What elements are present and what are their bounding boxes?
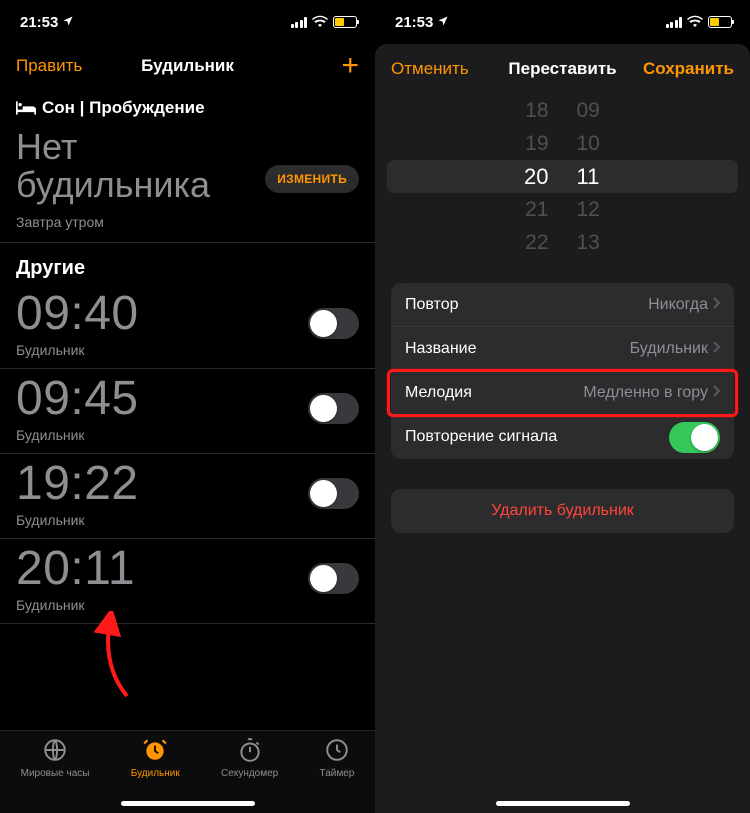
alarm-label: Будильник [16, 342, 139, 358]
alarm-time: 19:22 [16, 460, 139, 508]
status-bar: 21:53 [0, 0, 375, 44]
tab-label: Таймер [320, 768, 355, 779]
alarm-toggle[interactable] [308, 308, 359, 339]
setting-row-мелодия[interactable]: Мелодия Медленно в гору [391, 371, 734, 415]
sleep-header-label: Сон | Пробуждение [42, 98, 205, 118]
tab-timer[interactable]: Таймер [320, 737, 355, 813]
setting-label: Повтор [405, 296, 459, 314]
battery-icon [708, 16, 732, 28]
status-time: 21:53 [20, 14, 58, 31]
change-button[interactable]: ИЗМЕНИТЬ [265, 165, 359, 193]
setting-label: Повторение сигнала [405, 428, 557, 446]
setting-row-название[interactable]: Название Будильник [391, 327, 734, 371]
home-indicator[interactable] [121, 801, 255, 806]
chevron-right-icon [712, 296, 720, 314]
status-bar: 21:53 [375, 0, 750, 44]
edit-button[interactable]: Править [16, 56, 82, 76]
save-button[interactable]: Сохранить [643, 59, 734, 79]
globe-icon [42, 737, 68, 766]
setting-row-повтор[interactable]: Повтор Никогда [391, 283, 734, 327]
delete-group: Удалить будильник [391, 489, 734, 533]
setting-label: Название [405, 340, 477, 358]
time-picker[interactable]: 17181920212223 08091011121314 [375, 94, 750, 259]
alarm-row[interactable]: 19:22 Будильник [0, 454, 375, 539]
sleep-section-header: Сон | Пробуждение [0, 88, 375, 122]
home-indicator[interactable] [496, 801, 630, 806]
wifi-icon [312, 14, 328, 31]
tab-label: Секундомер [221, 768, 278, 779]
alarm-toggle[interactable] [308, 478, 359, 509]
timer-icon [324, 737, 350, 766]
alarm-toggle[interactable] [308, 393, 359, 424]
signal-icon [291, 17, 308, 28]
alarm-time: 09:45 [16, 375, 139, 423]
tab-globe[interactable]: Мировые часы [21, 737, 90, 813]
sleep-title: Нет будильника [16, 128, 265, 204]
alarm-toggle[interactable] [308, 563, 359, 594]
battery-icon [333, 16, 357, 28]
alarm-time: 20:11 [16, 545, 135, 593]
tab-label: Мировые часы [21, 768, 90, 779]
nav-bar: Править Будильник + [0, 44, 375, 88]
alarm-time: 09:40 [16, 290, 139, 338]
alarm-label: Будильник [16, 427, 139, 443]
add-alarm-button[interactable]: + [341, 51, 359, 81]
wifi-icon [687, 14, 703, 31]
cancel-button[interactable]: Отменить [391, 59, 469, 79]
alarm-row[interactable]: 09:45 Будильник [0, 369, 375, 454]
snooze-toggle[interactable] [669, 422, 720, 453]
setting-row-повторение-сигнала[interactable]: Повторение сигнала [391, 415, 734, 459]
bed-icon [16, 101, 36, 115]
signal-icon [666, 17, 683, 28]
annotation-arrow [82, 611, 142, 701]
minute-column[interactable]: 08091011121314 [563, 94, 623, 226]
alarm-label: Будильник [16, 597, 135, 613]
other-section-header: Другие [0, 243, 375, 284]
location-icon [62, 14, 74, 31]
tab-label: Будильник [131, 768, 180, 779]
modal-nav: Отменить Переставить Сохранить [375, 44, 750, 94]
stopwatch-icon [237, 737, 263, 766]
alarm-label: Будильник [16, 512, 139, 528]
chevron-right-icon [712, 384, 720, 402]
alarm-row[interactable]: 09:40 Будильник [0, 284, 375, 369]
status-time: 21:53 [395, 14, 433, 31]
edit-alarm-modal: Отменить Переставить Сохранить 171819202… [375, 44, 750, 813]
tab-bar: Мировые часы Будильник Секундомер Таймер [0, 730, 375, 813]
setting-value: Будильник [630, 340, 720, 358]
alarm-icon [142, 737, 168, 766]
hour-column[interactable]: 17181920212223 [503, 94, 563, 226]
delete-alarm-button[interactable]: Удалить будильник [391, 489, 734, 533]
setting-value: Никогда [648, 296, 720, 314]
sleep-subtitle: Завтра утром [16, 214, 265, 230]
settings-group: Повтор Никогда Название Будильник Мелодия Мед… [391, 283, 734, 459]
sleep-alarm-block: Нет будильника Завтра утром ИЗМЕНИТЬ [0, 122, 375, 243]
chevron-right-icon [712, 340, 720, 358]
setting-label: Мелодия [405, 384, 472, 402]
setting-value: Медленно в гору [583, 384, 720, 402]
location-icon [437, 14, 449, 31]
alarm-row[interactable]: 20:11 Будильник [0, 539, 375, 624]
